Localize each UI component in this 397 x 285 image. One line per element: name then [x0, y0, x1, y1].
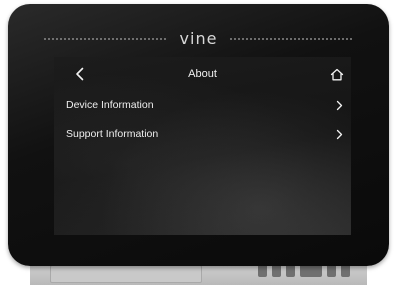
- home-button[interactable]: [330, 67, 344, 81]
- menu-item-support-information[interactable]: Support Information: [54, 121, 351, 147]
- chevron-right-icon: [334, 128, 344, 140]
- home-icon: [330, 68, 344, 80]
- menu-item-label: Device Information: [66, 99, 154, 111]
- brand-bar: vine: [8, 30, 389, 48]
- menu-item-device-information[interactable]: Device Information: [54, 92, 351, 118]
- screen-header: About: [54, 57, 351, 91]
- page-title: About: [188, 68, 217, 80]
- dotted-line-left: [42, 38, 168, 40]
- screen: About Device Information Support Informa…: [54, 57, 351, 235]
- brand-logo: vine: [179, 29, 218, 48]
- chevron-right-icon: [334, 99, 344, 111]
- menu-item-label: Support Information: [66, 128, 159, 140]
- device-bezel: vine About Device Information Support In…: [8, 4, 389, 266]
- dotted-line-right: [229, 38, 355, 40]
- stand-slot: [50, 265, 202, 283]
